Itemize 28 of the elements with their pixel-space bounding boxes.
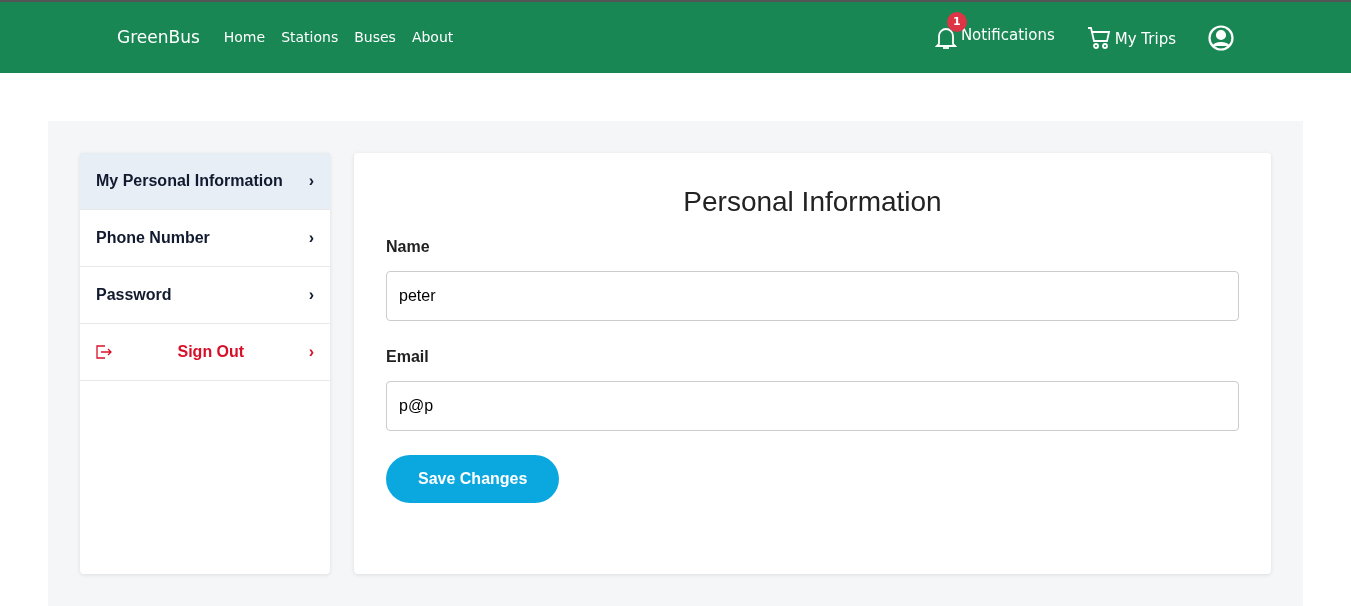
sidebar-item-label: Phone Number xyxy=(96,228,211,248)
my-trips-link[interactable]: My Trips xyxy=(1114,28,1176,51)
form-title: Personal Information xyxy=(682,185,943,219)
sidebar-item[interactable]: Phone Number › xyxy=(80,210,330,267)
sidebar-item-label: My Personal Information xyxy=(96,171,284,191)
sidebar-item[interactable]: My Personal Information › xyxy=(80,153,330,210)
chevron-icon: › xyxy=(308,226,314,250)
sign-out-icon xyxy=(96,345,113,359)
nav-link[interactable]: Buses xyxy=(354,27,396,48)
sidebar-item[interactable]: Sign Out › xyxy=(80,324,330,381)
sidebar-item-label: Sign Out xyxy=(176,342,246,362)
nav-link[interactable]: Stations xyxy=(281,27,339,48)
chevron-icon: › xyxy=(308,283,314,307)
save-changes-button[interactable]: Save Changes xyxy=(386,454,560,503)
field-label: Email xyxy=(386,346,430,367)
sidebar-item-label: Password xyxy=(96,285,173,305)
input-field[interactable]: p@p xyxy=(386,380,1239,431)
brand-logo[interactable]: GreenBus xyxy=(117,24,200,51)
chevron-icon: › xyxy=(308,340,314,364)
cart-icon[interactable] xyxy=(1086,25,1111,50)
user-profile-icon[interactable] xyxy=(1208,24,1234,51)
input-field[interactable]: peter xyxy=(386,270,1239,321)
nav-link[interactable]: About xyxy=(411,27,454,48)
chevron-icon: › xyxy=(308,169,314,193)
nav-link[interactable]: Home xyxy=(223,27,266,48)
field-label: Name xyxy=(386,236,431,257)
bell-icon[interactable] xyxy=(934,25,957,50)
sidebar-item[interactable]: Password › xyxy=(80,267,330,324)
